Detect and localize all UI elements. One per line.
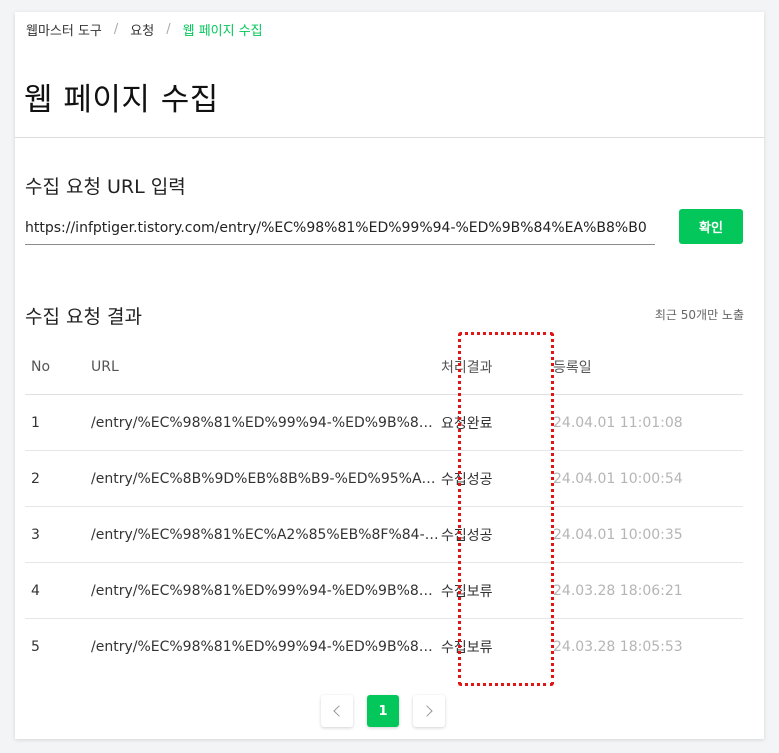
chevron-right-icon	[421, 705, 433, 717]
column-header-status: 처리결과	[441, 339, 553, 395]
table-row: 5 /entry/%EC%98%81%ED%99%94-%ED%9B%84… 수…	[25, 619, 743, 675]
row-url: /entry/%EC%8B%9D%EB%8B%B9-%ED%95%A9…	[91, 470, 441, 487]
row-url: /entry/%EC%98%81%ED%99%94-%ED%9B%84…	[91, 638, 441, 655]
table-row: 2 /entry/%EC%8B%9D%EB%8B%B9-%ED%95%A9… 수…	[25, 450, 743, 507]
row-date: 24.04.01 10:00:54	[553, 450, 743, 507]
column-header-url: URL	[91, 339, 441, 395]
row-date: 24.03.28 18:05:53	[553, 638, 683, 655]
row-number: 2	[25, 450, 91, 507]
content-card: 웹마스터 도구 / 요청 / 웹 페이지 수집 웹 페이지 수집 수집 요청 U…	[15, 12, 764, 739]
table-row: 3 /entry/%EC%98%81%EC%A2%85%EB%8F%84-… 수…	[25, 506, 743, 563]
table-row: 4 /entry/%EC%98%81%ED%99%94-%ED%9B%84… 수…	[25, 562, 743, 619]
confirm-button[interactable]: 확인	[679, 209, 743, 244]
row-url: /entry/%EC%98%81%EC%A2%85%EB%8F%84-…	[91, 526, 439, 543]
breadcrumb-item-request[interactable]: 요청	[130, 20, 154, 39]
pagination: 1	[321, 695, 445, 727]
breadcrumb-item-webmaster-tools[interactable]: 웹마스터 도구	[26, 20, 102, 39]
breadcrumb-separator: /	[113, 22, 119, 37]
next-page-button[interactable]	[413, 695, 445, 727]
breadcrumb-separator: /	[166, 22, 171, 37]
row-number: 4	[25, 562, 91, 619]
url-input[interactable]	[25, 212, 655, 245]
row-status: 수집보류	[441, 562, 553, 619]
recent-limit-note: 최근 50개만 노출	[654, 308, 744, 322]
row-status: 수집성공	[441, 450, 553, 507]
table-header-row: No URL 처리결과 등록일	[25, 339, 743, 395]
row-number: 5	[31, 638, 40, 655]
row-date: 24.04.01 11:01:08	[553, 394, 743, 451]
column-header-date: 등록일	[553, 339, 743, 395]
row-status: 수집보류	[441, 639, 493, 656]
divider	[15, 137, 764, 138]
table-row: 1 /entry/%EC%98%81%ED%99%94-%ED%9B%84… 요…	[25, 394, 743, 451]
chevron-left-icon	[333, 705, 345, 717]
page-button-current[interactable]: 1	[367, 695, 399, 727]
row-status: 수집성공	[441, 506, 553, 563]
breadcrumb-item-current: 웹 페이지 수집	[182, 24, 263, 39]
row-date: 24.03.28 18:06:21	[553, 562, 743, 619]
page-title: 웹 페이지 수집	[24, 82, 219, 118]
row-number: 3	[25, 506, 91, 563]
url-input-section-title: 수집 요청 URL 입력	[25, 176, 186, 198]
column-header-no: No	[25, 339, 91, 395]
row-url: /entry/%EC%98%81%ED%99%94-%ED%9B%84…	[91, 414, 441, 431]
results-table: No URL 처리결과 등록일 1 /entry/%EC%98%81%ED%99…	[25, 339, 743, 674]
row-number: 1	[25, 394, 91, 451]
previous-page-button[interactable]	[321, 695, 353, 727]
row-date: 24.04.01 10:00:35	[553, 506, 743, 563]
results-section-title: 수집 요청 결과	[25, 306, 142, 328]
breadcrumb: 웹마스터 도구 / 요청 / 웹 페이지 수집	[26, 20, 263, 39]
row-status: 요청완료	[441, 394, 553, 451]
row-url: /entry/%EC%98%81%ED%99%94-%ED%9B%84…	[91, 582, 441, 599]
